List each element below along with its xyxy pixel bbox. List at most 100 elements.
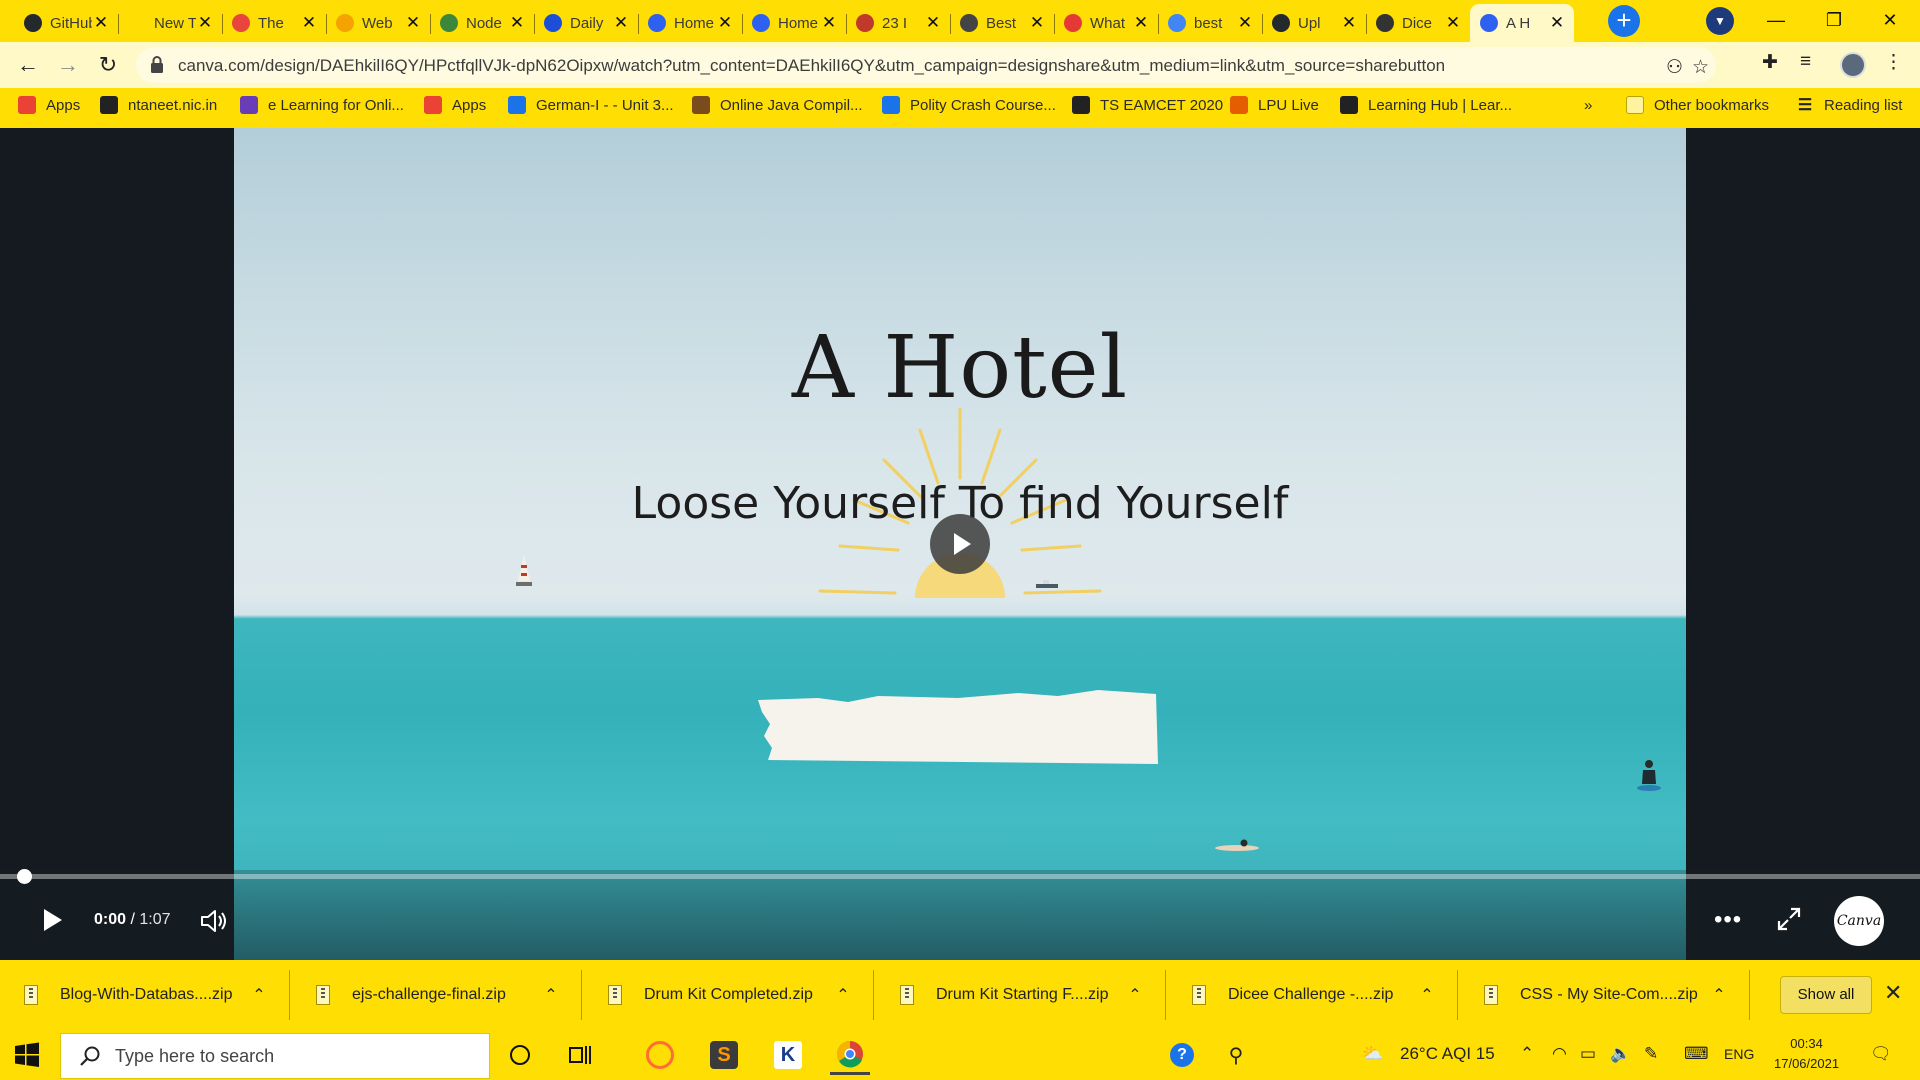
browser-tab[interactable]: What ✕ [1054, 4, 1158, 42]
play-button[interactable] [40, 906, 66, 936]
sublime-text-app-icon[interactable]: S [704, 1035, 744, 1075]
close-downloads-shelf-icon[interactable]: ✕ [1884, 980, 1902, 1006]
forward-button[interactable]: → [52, 49, 84, 81]
system-clock[interactable]: 00:34 17/06/2021 [1774, 1034, 1839, 1074]
address-bar[interactable]: canva.com/design/DAEhkilI6QY/HPctfqllVJk… [136, 47, 1716, 83]
tab-close-icon[interactable]: ✕ [924, 13, 942, 33]
download-options-chevron-icon[interactable]: ⌃ [541, 985, 561, 1005]
wifi-icon[interactable]: ◠ [1552, 1044, 1567, 1064]
download-options-chevron-icon[interactable]: ⌃ [1125, 985, 1145, 1005]
close-window-button[interactable]: ✕ [1866, 4, 1914, 36]
browser-tab[interactable]: Home ✕ [742, 4, 846, 42]
bookmark-item[interactable]: German-I - - Unit 3... [508, 88, 674, 122]
show-all-downloads-button[interactable]: Show all [1780, 976, 1872, 1014]
chrome-app-icon[interactable] [830, 1035, 870, 1075]
browser-tab[interactable]: best ✕ [1158, 4, 1262, 42]
browser-tab[interactable]: Dice ✕ [1366, 4, 1470, 42]
canva-logo[interactable]: Canva [1834, 896, 1884, 946]
tab-close-icon[interactable]: ✕ [92, 13, 110, 33]
volume-icon[interactable] [198, 906, 228, 936]
tab-close-icon[interactable]: ✕ [1340, 13, 1358, 33]
tab-close-icon[interactable]: ✕ [612, 13, 630, 33]
bookmark-item[interactable]: Online Java Compil... [692, 88, 863, 122]
show-hidden-icons-icon[interactable]: ⌃ [1520, 1044, 1534, 1064]
bookmark-item[interactable]: ntaneet.nic.in [100, 88, 217, 122]
browser-tab[interactable]: Daily ✕ [534, 4, 638, 42]
browser-tab[interactable]: Web ✕ [326, 4, 430, 42]
people-icon[interactable]: ⚲ [1216, 1035, 1256, 1075]
bookmark-item[interactable]: Apps [18, 88, 80, 122]
keyboard-icon[interactable]: ⌨ [1684, 1044, 1709, 1064]
center-play-button[interactable] [930, 514, 990, 574]
download-item[interactable]: ejs-challenge-final.zip ⌃ [292, 970, 582, 1020]
lock-icon[interactable] [150, 56, 164, 74]
tab-close-icon[interactable]: ✕ [1132, 13, 1150, 33]
windows-start-icon[interactable] [14, 1042, 40, 1068]
cortana-icon[interactable] [500, 1035, 540, 1075]
tab-search-button[interactable]: ▼ [1706, 7, 1734, 35]
download-options-chevron-icon[interactable]: ⌃ [833, 985, 853, 1005]
tab-close-icon[interactable]: ✕ [716, 13, 734, 33]
bookmark-item[interactable]: Learning Hub | Lear... [1340, 88, 1512, 122]
browser-tab[interactable]: Best ✕ [950, 4, 1054, 42]
postman-app-icon[interactable] [640, 1035, 680, 1075]
bookmark-star-icon[interactable]: ☆ [1692, 56, 1709, 79]
profile-avatar[interactable] [1840, 52, 1866, 78]
tab-close-icon[interactable]: ✕ [1444, 13, 1462, 33]
video-frame[interactable]: A Hotel Loose Yourself To find Yourself [234, 128, 1686, 960]
notifications-icon[interactable]: 🗨 [1870, 1044, 1892, 1064]
download-item[interactable]: Blog-With-Databas....zip ⌃ [0, 970, 290, 1020]
help-icon[interactable]: ? [1162, 1035, 1202, 1075]
bookmarks-overflow-button[interactable]: » [1584, 88, 1592, 122]
download-options-chevron-icon[interactable]: ⌃ [1417, 985, 1437, 1005]
media-controls-icon[interactable]: ≡ [1800, 51, 1811, 73]
download-item[interactable]: CSS - My Site-Com....zip ⌃ [1460, 970, 1750, 1020]
tab-close-icon[interactable]: ✕ [1236, 13, 1254, 33]
restore-button[interactable]: ❐ [1810, 4, 1858, 36]
taskbar-search-box[interactable]: Type here to search [60, 1033, 490, 1079]
browser-tab[interactable]: A H ✕ [1470, 4, 1574, 42]
browser-tab[interactable]: New Tab✕ [118, 4, 222, 42]
tab-close-icon[interactable]: ✕ [404, 13, 422, 33]
kleopatra-app-icon[interactable]: K [768, 1035, 808, 1075]
browser-tab[interactable]: 23 I ✕ [846, 4, 950, 42]
fullscreen-icon[interactable] [1776, 906, 1802, 932]
extensions-icon[interactable]: ✚ [1762, 51, 1778, 74]
seek-bar[interactable] [0, 874, 1920, 879]
weather-icon[interactable]: ⛅ [1362, 1044, 1383, 1064]
browser-tab[interactable]: Node ✕ [430, 4, 534, 42]
menu-kebab-icon[interactable]: ⋮ [1884, 51, 1903, 74]
more-options-button[interactable]: ••• [1714, 906, 1742, 934]
language-indicator[interactable]: ENG [1724, 1046, 1754, 1062]
reload-button[interactable]: ↻ [92, 49, 124, 81]
browser-tab[interactable]: Home ✕ [638, 4, 742, 42]
download-item[interactable]: Drum Kit Starting F....zip ⌃ [876, 970, 1166, 1020]
seek-handle[interactable] [17, 869, 32, 884]
bookmark-item[interactable]: e Learning for Onli... [240, 88, 404, 122]
new-tab-button[interactable]: + [1608, 5, 1640, 37]
browser-tab[interactable]: Upl ✕ [1262, 4, 1366, 42]
tab-close-icon[interactable]: ✕ [508, 13, 526, 33]
other-bookmarks[interactable]: Other bookmarks [1626, 88, 1769, 122]
download-item[interactable]: Dicee Challenge -....zip ⌃ [1168, 970, 1458, 1020]
pen-icon[interactable]: ✎ [1644, 1044, 1658, 1064]
download-item[interactable]: Drum Kit Completed.zip ⌃ [584, 970, 874, 1020]
browser-tab[interactable]: GitHub✕ [14, 4, 118, 42]
battery-icon[interactable]: ▭ [1580, 1044, 1596, 1064]
weather-status[interactable]: 26°C AQI 15 [1400, 1044, 1495, 1064]
url-text[interactable]: canva.com/design/DAEhkilI6QY/HPctfqllVJk… [178, 56, 1445, 76]
tab-close-icon[interactable]: ✕ [1028, 13, 1046, 33]
bookmark-item[interactable]: TS EAMCET 2020 [1072, 88, 1223, 122]
tab-close-icon[interactable]: ✕ [820, 13, 838, 33]
download-options-chevron-icon[interactable]: ⌃ [249, 985, 269, 1005]
tab-close-icon[interactable]: ✕ [1548, 13, 1566, 33]
bookmark-item[interactable]: Polity Crash Course... [882, 88, 1056, 122]
browser-tab[interactable]: The ✕ [222, 4, 326, 42]
speaker-icon[interactable]: 🔈 [1610, 1044, 1631, 1064]
task-view-icon[interactable] [560, 1035, 600, 1075]
translate-icon[interactable]: ⚇ [1666, 56, 1683, 79]
minimize-button[interactable]: — [1752, 4, 1800, 36]
reading-list[interactable]: ☰ Reading list [1796, 88, 1903, 122]
download-options-chevron-icon[interactable]: ⌃ [1709, 985, 1729, 1005]
tab-close-icon[interactable]: ✕ [300, 13, 318, 33]
